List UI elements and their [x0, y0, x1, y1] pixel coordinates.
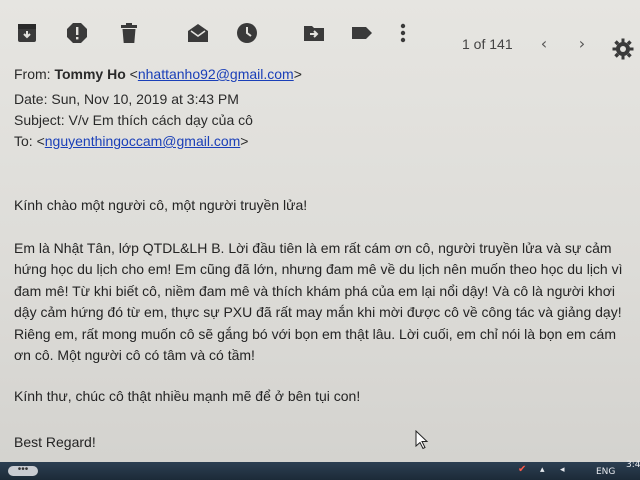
paragraph-line: ơn cô. Một người cô có tâm và có tầm!: [14, 347, 255, 364]
archive-icon[interactable]: [16, 22, 38, 44]
clock[interactable]: 3:4: [626, 460, 640, 470]
snooze-icon[interactable]: [236, 22, 258, 44]
prev-page-button[interactable]: ‹: [535, 34, 553, 54]
next-page-button[interactable]: ›: [573, 34, 591, 54]
date-value: Sun, Nov 10, 2019 at 3:43 PM: [51, 91, 239, 107]
signature: Best Regard!: [14, 434, 96, 450]
more-options-button[interactable]: •••: [8, 465, 38, 476]
subject-value: V/v Em thích cách dạy của cô: [68, 112, 253, 128]
mark-unread-icon[interactable]: [187, 22, 209, 44]
mouse-pointer-icon: [415, 430, 429, 450]
report-spam-icon[interactable]: [66, 22, 88, 44]
gear-icon[interactable]: [612, 38, 634, 60]
sender-name: Tommy Ho: [54, 66, 126, 82]
pagination-count: 1 of 141: [462, 36, 513, 52]
move-to-icon[interactable]: [303, 22, 325, 44]
subject-label: Subject:: [14, 112, 65, 128]
from-label: From:: [14, 66, 51, 82]
paragraph-line: Em là Nhật Tân, lớp QTDL&LH B. Lời đầu t…: [14, 240, 612, 256]
paragraph-line: hứng học du lịch cho em! Em cũng đã lớn,…: [14, 261, 623, 278]
delete-icon[interactable]: [118, 22, 140, 44]
greeting: Kính chào một người cô, một người truyền…: [14, 197, 308, 213]
volume-icon[interactable]: ◂: [560, 465, 565, 475]
recipient-email-link[interactable]: nguyenthingoccam@gmail.com: [45, 133, 241, 149]
date-line: Date: Sun, Nov 10, 2019 at 3:43 PM: [14, 91, 239, 107]
closing-line: Kính thư, chúc cô thật nhiều mạnh mẽ để …: [14, 388, 361, 404]
from-line: From: Tommy Ho <nhattanho92@gmail.com>: [14, 66, 302, 82]
paragraph-line: dậy cảm hứng đó từ em, thực sự PXU đã rấ…: [14, 304, 622, 321]
network-icon[interactable]: ▴: [540, 465, 545, 475]
paragraph-line: Riêng em, rất mong muốn cô sẽ gắng bó vớ…: [14, 325, 617, 342]
tray-app-icon[interactable]: ✔: [518, 464, 526, 475]
paragraph-line: đam mê! Từ khi biết cô, niềm đam mê và t…: [14, 282, 616, 299]
message-paragraph: Em là Nhật Tân, lớp QTDL&LH B. Lời đầu t…: [14, 238, 626, 366]
subject-line: Subject: V/v Em thích cách dạy của cô: [14, 112, 253, 128]
more-icon[interactable]: [392, 22, 414, 44]
to-label: To:: [14, 133, 33, 149]
screen: 1 of 141 ‹ › From: Tommy Ho <nhattanho92…: [0, 0, 640, 480]
language-indicator[interactable]: ENG: [596, 467, 615, 477]
labels-icon[interactable]: [351, 22, 373, 44]
sender-email-link[interactable]: nhattanho92@gmail.com: [138, 66, 294, 82]
date-label: Date:: [14, 91, 48, 107]
to-line: To: <nguyenthingoccam@gmail.com>: [14, 133, 249, 149]
